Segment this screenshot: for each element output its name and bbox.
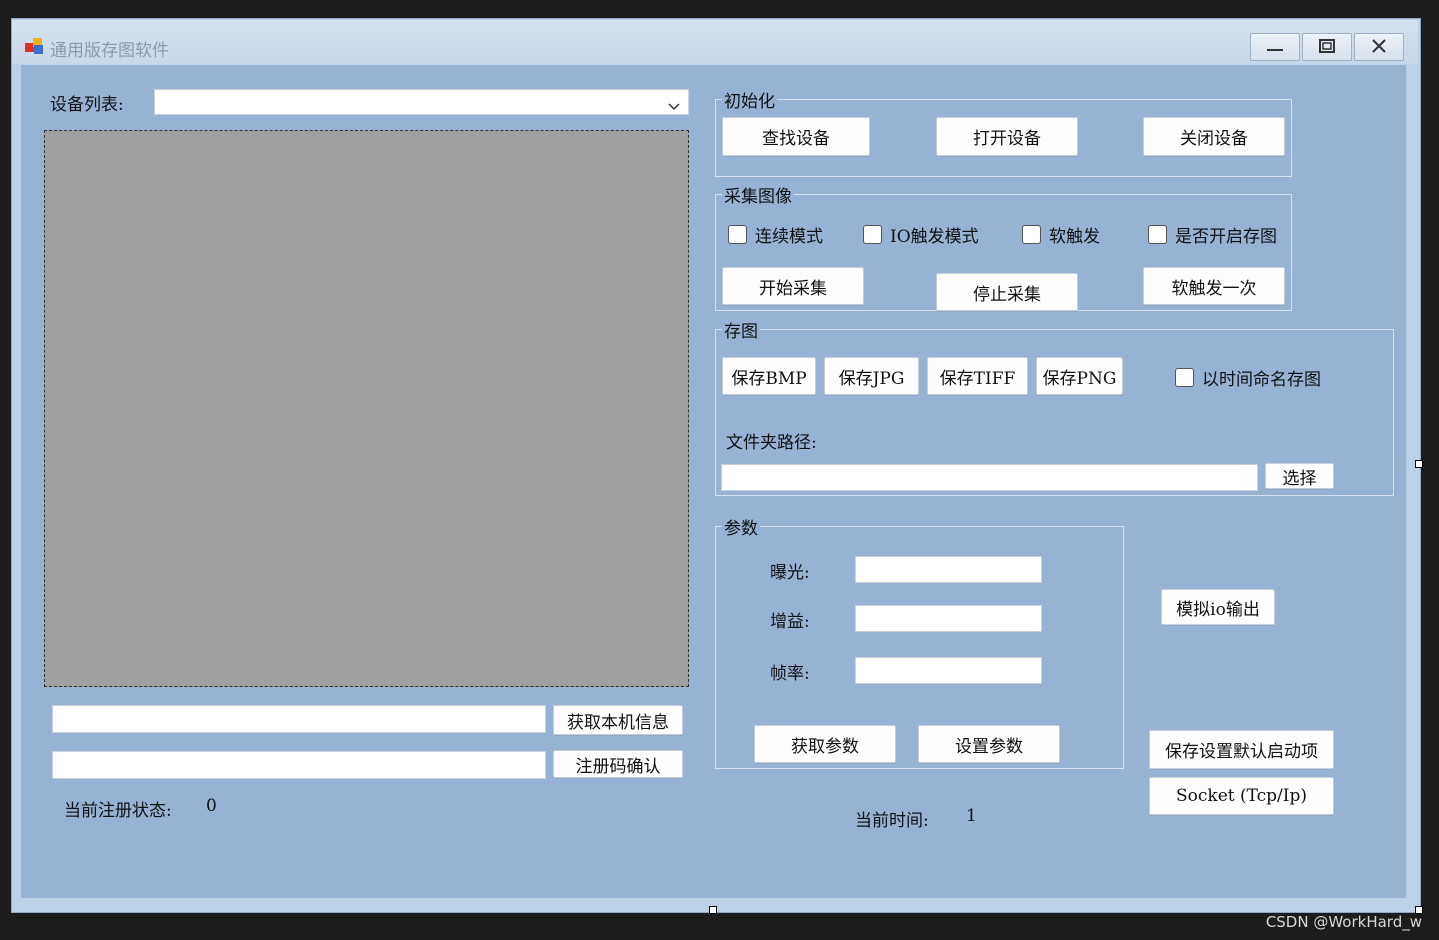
exposure-field[interactable] xyxy=(855,556,1042,583)
gain-field[interactable] xyxy=(855,605,1042,632)
checkbox-box[interactable] xyxy=(1175,368,1194,387)
save-jpg-button[interactable]: 保存JPG xyxy=(824,357,919,395)
enable-save-checkbox[interactable]: 是否开启存图 xyxy=(1148,222,1277,247)
resize-handle-bottom[interactable] xyxy=(709,906,717,914)
registration-code-field[interactable] xyxy=(52,751,546,779)
socket-tcp-ip-button[interactable]: Socket (Tcp/Ip) xyxy=(1149,777,1334,815)
resize-handle-right[interactable] xyxy=(1415,460,1423,468)
parameters-group-title: 参数 xyxy=(722,514,760,539)
enable-save-label: 是否开启存图 xyxy=(1175,227,1277,247)
open-device-button[interactable]: 打开设备 xyxy=(936,117,1078,156)
get-parameters-button[interactable]: 获取参数 xyxy=(754,725,896,763)
window-title: 通用版存图软件 xyxy=(50,41,169,61)
choose-folder-button[interactable]: 选择 xyxy=(1265,463,1334,489)
close-icon xyxy=(1371,38,1387,57)
image-display-area xyxy=(44,130,689,687)
registration-status-label: 当前注册状态: xyxy=(64,801,172,821)
checkbox-box[interactable] xyxy=(728,225,747,244)
close-window-button[interactable] xyxy=(1354,33,1404,61)
app-icon xyxy=(25,37,45,55)
device-list-combobox[interactable] xyxy=(154,89,689,115)
start-capture-button[interactable]: 开始采集 xyxy=(722,267,864,305)
io-trigger-mode-label: IO触发模式 xyxy=(890,227,979,247)
continuous-mode-label: 连续模式 xyxy=(755,227,823,247)
device-list-label: 设备列表: xyxy=(50,95,124,115)
save-group-title: 存图 xyxy=(722,317,760,342)
watermark: CSDN @WorkHard_w xyxy=(1265,913,1422,931)
save-tiff-button[interactable]: 保存TIFF xyxy=(927,357,1028,395)
registration-status-value: 0 xyxy=(206,796,217,816)
close-device-button[interactable]: 关闭设备 xyxy=(1143,117,1285,156)
io-trigger-mode-checkbox[interactable]: IO触发模式 xyxy=(863,222,979,247)
continuous-mode-checkbox[interactable]: 连续模式 xyxy=(728,222,823,247)
soft-trigger-label: 软触发 xyxy=(1049,227,1100,247)
simulate-io-output-button[interactable]: 模拟io输出 xyxy=(1161,589,1275,625)
capture-group-title: 采集图像 xyxy=(722,182,794,207)
current-time-label: 当前时间: xyxy=(855,811,929,831)
stop-capture-button[interactable]: 停止采集 xyxy=(936,273,1078,311)
confirm-registration-button[interactable]: 注册码确认 xyxy=(553,750,683,778)
machine-info-field[interactable] xyxy=(52,705,546,733)
name-by-time-label: 以时间命名存图 xyxy=(1202,370,1321,390)
restore-icon xyxy=(1319,38,1335,57)
gain-label: 增益: xyxy=(770,612,810,632)
framerate-label: 帧率: xyxy=(770,664,810,684)
folder-path-label: 文件夹路径: xyxy=(726,433,817,453)
minimize-button[interactable] xyxy=(1250,33,1300,61)
checkbox-box[interactable] xyxy=(863,225,882,244)
exposure-label: 曝光: xyxy=(770,563,810,583)
soft-trigger-checkbox[interactable]: 软触发 xyxy=(1022,222,1100,247)
maximize-button[interactable] xyxy=(1302,33,1352,61)
framerate-field[interactable] xyxy=(855,657,1042,684)
title-bar[interactable] xyxy=(12,20,1418,64)
checkbox-box[interactable] xyxy=(1022,225,1041,244)
minimize-icon xyxy=(1266,38,1284,57)
save-png-button[interactable]: 保存PNG xyxy=(1036,357,1123,395)
save-bmp-button[interactable]: 保存BMP xyxy=(722,357,816,395)
name-by-time-checkbox[interactable]: 以时间命名存图 xyxy=(1175,365,1321,390)
find-device-button[interactable]: 查找设备 xyxy=(722,117,870,156)
soft-trigger-once-button[interactable]: 软触发一次 xyxy=(1143,267,1285,305)
get-machine-info-button[interactable]: 获取本机信息 xyxy=(553,705,683,735)
chevron-down-icon[interactable] xyxy=(668,97,680,116)
init-group-title: 初始化 xyxy=(722,87,777,112)
set-parameters-button[interactable]: 设置参数 xyxy=(918,725,1060,763)
folder-path-field[interactable] xyxy=(721,464,1258,491)
checkbox-box[interactable] xyxy=(1148,225,1167,244)
save-default-startup-button[interactable]: 保存设置默认启动项 xyxy=(1149,730,1334,769)
current-time-value: 1 xyxy=(966,806,977,826)
